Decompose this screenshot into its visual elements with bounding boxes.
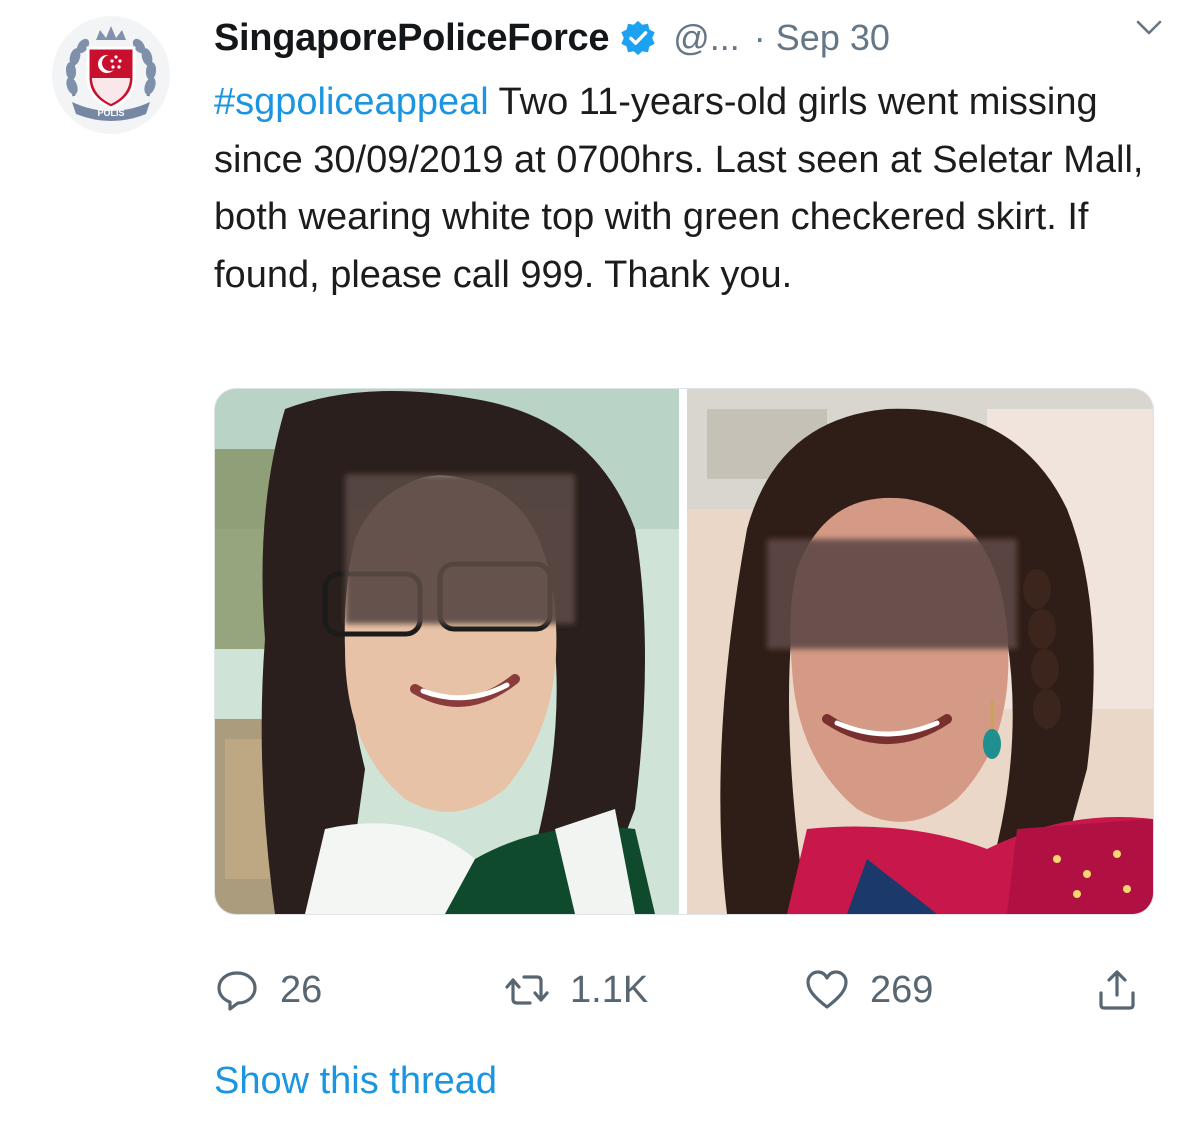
retweet-button[interactable]: 1.1K — [504, 960, 648, 1020]
reply-icon — [217, 971, 257, 1011]
heart-icon — [806, 970, 848, 1009]
hashtag-link[interactable]: #sgpoliceappeal — [214, 81, 489, 123]
tweet-actions: 26 1.1K 269 — [214, 960, 1164, 1020]
reply-count: 26 — [280, 968, 323, 1011]
tweet-media[interactable] — [214, 388, 1154, 915]
police-crest-icon: POLIS — [53, 17, 169, 133]
avatar[interactable]: POLIS — [52, 16, 170, 134]
share-button[interactable] — [1094, 960, 1140, 1020]
photo-girl-right[interactable] — [687, 389, 1153, 914]
tweet-header: SingaporePoliceForce @... · Sep 30 — [214, 12, 1174, 64]
tweet-date[interactable]: Sep 30 — [776, 17, 890, 59]
photo-girl-left[interactable] — [215, 389, 679, 914]
tweet-text: #sgpoliceappeal Two 11-years-old girls w… — [214, 74, 1164, 304]
retweet-icon — [505, 975, 549, 1005]
avatar-badge-text: POLIS — [97, 108, 124, 118]
chevron-down-icon[interactable] — [1134, 12, 1164, 42]
show-thread-link[interactable]: Show this thread — [214, 1060, 497, 1103]
like-button[interactable]: 269 — [804, 960, 933, 1020]
tweet: POLIS SingaporePoliceForce @... · Sep 30… — [0, 0, 1200, 1132]
retweet-count: 1.1K — [570, 968, 649, 1011]
verified-badge-icon — [619, 19, 657, 57]
photo-divider — [679, 389, 687, 914]
user-handle[interactable]: @... — [673, 17, 740, 59]
reply-button[interactable]: 26 — [214, 960, 322, 1020]
share-icon — [1099, 970, 1135, 1010]
like-count: 269 — [870, 968, 934, 1011]
display-name[interactable]: SingaporePoliceForce — [214, 17, 610, 60]
separator-dot: · — [753, 17, 766, 58]
